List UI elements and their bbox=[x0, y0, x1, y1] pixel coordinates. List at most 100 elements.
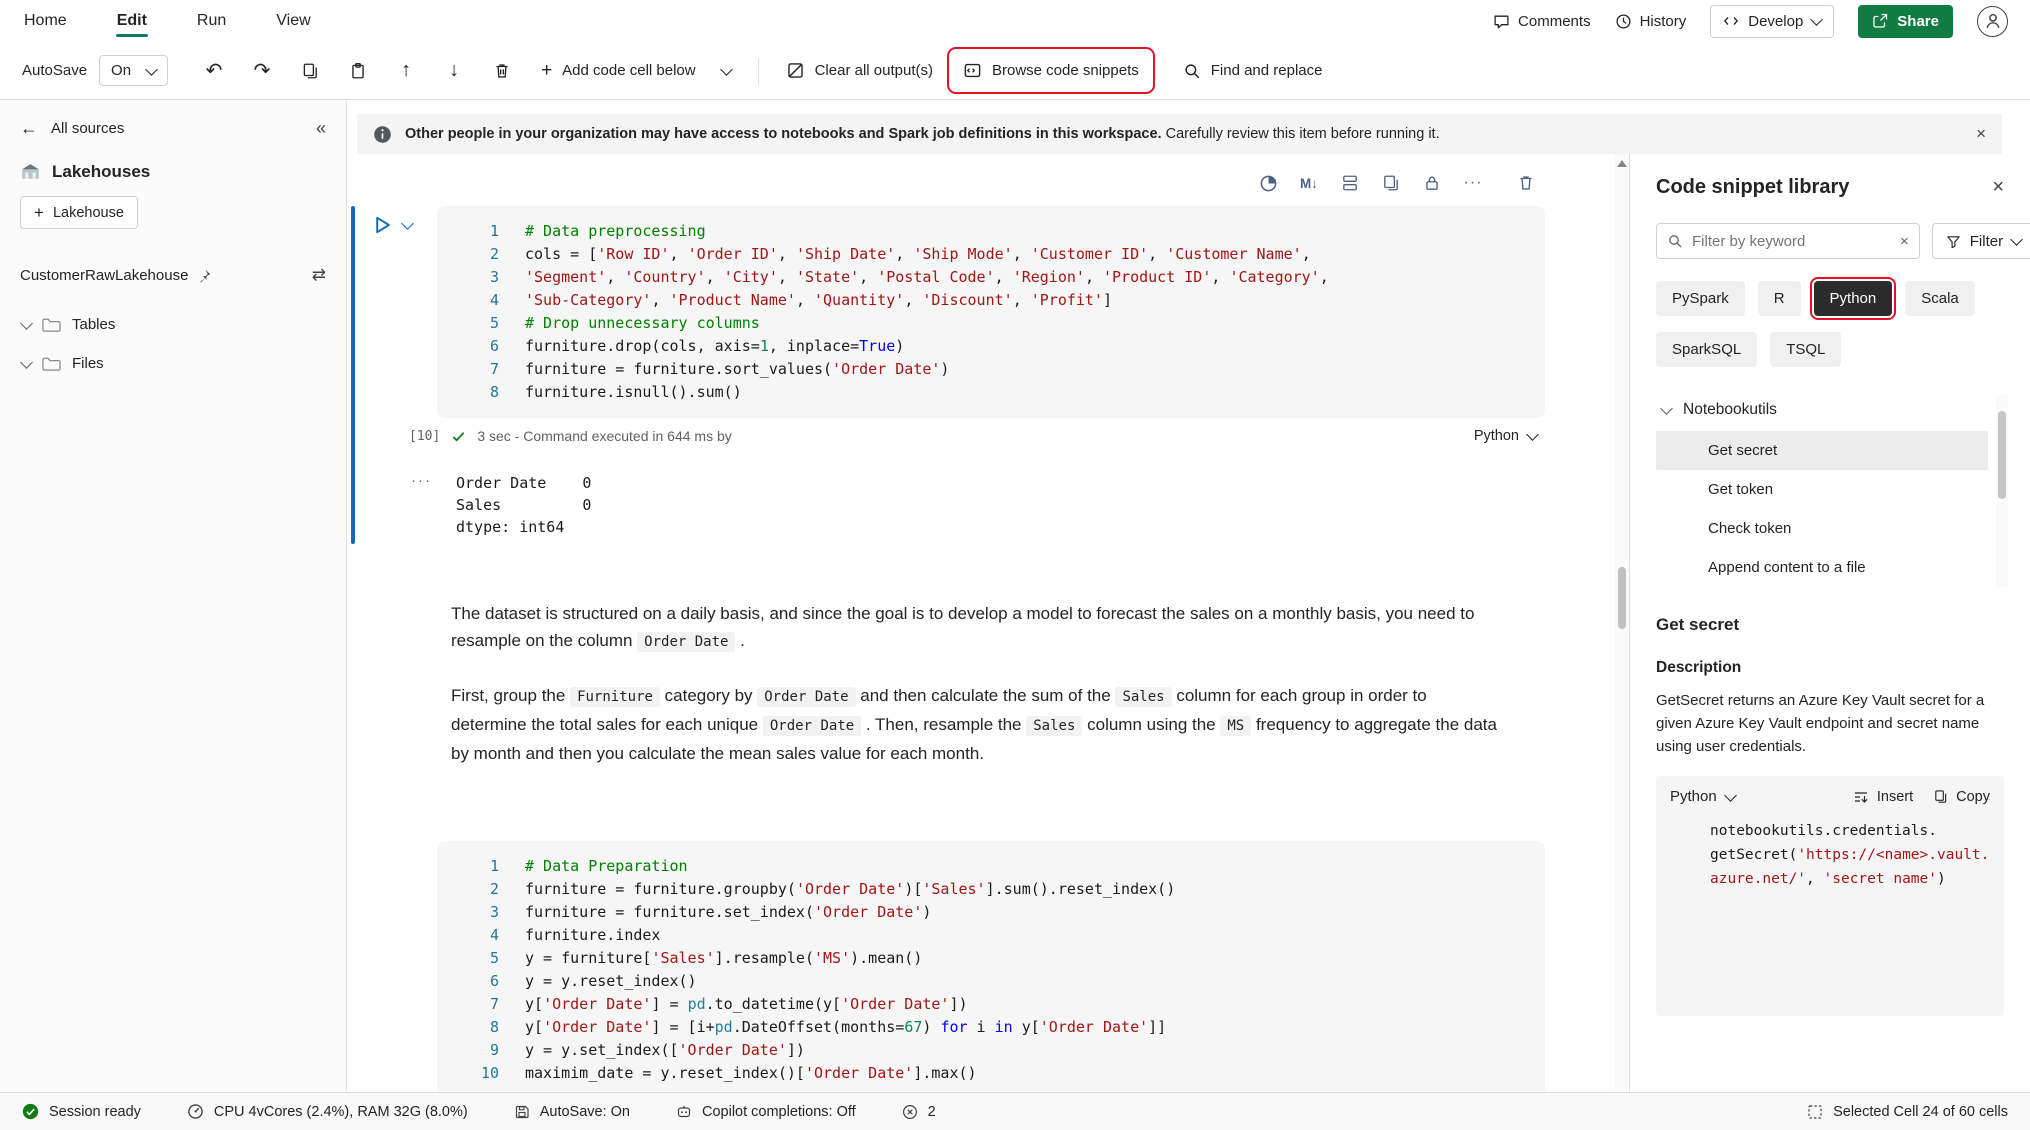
tree-scrollbar-thumb[interactable] bbox=[1998, 411, 2006, 499]
clear-search-icon[interactable]: × bbox=[1900, 233, 1909, 250]
banner-bold-text: Other people in your organization may ha… bbox=[405, 126, 1162, 142]
chip-scala[interactable]: Scala bbox=[1905, 281, 1975, 316]
inline-code: MS bbox=[1220, 716, 1251, 736]
tree-scrollbar[interactable] bbox=[1996, 395, 2008, 587]
clear-outputs-button[interactable]: Clear all output(s) bbox=[775, 52, 944, 89]
snippet-language-picker[interactable]: Python bbox=[1670, 788, 1735, 805]
cell-output: ··· Order Date 0Sales 0dtype: int64 bbox=[411, 472, 1545, 538]
scroll-up-icon[interactable] bbox=[1617, 160, 1627, 167]
notebook-scrollbar[interactable] bbox=[1615, 154, 1629, 1092]
cell-selection-status[interactable]: Selected Cell 24 of 60 cells bbox=[1807, 1104, 2008, 1120]
avatar[interactable] bbox=[1977, 6, 2008, 37]
inline-code: Order Date bbox=[763, 716, 861, 736]
line-number: 7 bbox=[447, 358, 499, 381]
chip-sparksql[interactable]: SparkSQL bbox=[1656, 332, 1757, 367]
move-cell-down-button[interactable]: ↓ bbox=[434, 52, 474, 90]
add-code-cell-button[interactable]: + Add code cell below bbox=[530, 52, 742, 89]
cell-selection-label: Selected Cell 24 of 60 cells bbox=[1833, 1104, 2008, 1120]
menu-home[interactable]: Home bbox=[22, 3, 69, 39]
snippet-item-check-token[interactable]: Check token bbox=[1656, 509, 1988, 548]
line-number: 8 bbox=[447, 381, 499, 404]
chip-tsql[interactable]: TSQL bbox=[1770, 332, 1841, 367]
scrollbar-thumb[interactable] bbox=[1618, 567, 1626, 629]
history-button[interactable]: History bbox=[1615, 13, 1687, 30]
banner-close-icon[interactable]: × bbox=[1976, 124, 1986, 144]
lakehouses-title: Lakehouses bbox=[52, 162, 150, 182]
add-cell-chevron-icon[interactable] bbox=[720, 63, 733, 76]
autosave-chevron-icon bbox=[145, 63, 158, 76]
redo-button[interactable]: ↷ bbox=[242, 52, 282, 90]
resource-usage[interactable]: CPU 4vCores (2.4%), RAM 32G (8.0%) bbox=[187, 1103, 468, 1120]
autosave-toggle[interactable]: On bbox=[99, 55, 168, 86]
autosave-label: AutoSave bbox=[22, 62, 87, 79]
sidebar-item-files[interactable]: Files bbox=[20, 344, 326, 383]
snippet-detail-title: Get secret bbox=[1656, 615, 2004, 635]
snippet-search-input[interactable] bbox=[1692, 233, 1891, 250]
delete-cell-button[interactable] bbox=[482, 52, 522, 90]
move-cell-up-button[interactable]: ↑ bbox=[386, 52, 426, 90]
browse-snippets-button[interactable]: Browse code snippets bbox=[952, 52, 1150, 89]
autosave-status[interactable]: AutoSave: On bbox=[514, 1104, 630, 1120]
output-line: dtype: int64 bbox=[456, 516, 591, 538]
snippet-item-append-content-to-a-file[interactable]: Append content to a file bbox=[1656, 548, 1988, 587]
code-line: 9y = y.set_index(['Order Date']) bbox=[447, 1039, 1527, 1062]
snippet-panel-close-icon[interactable]: × bbox=[1992, 176, 2004, 199]
snippet-description-label: Description bbox=[1656, 659, 2004, 677]
convert-to-markdown-icon[interactable]: M↓ bbox=[1298, 172, 1320, 194]
output-more-icon[interactable]: ··· bbox=[411, 472, 432, 538]
menu-edit[interactable]: Edit bbox=[115, 3, 149, 39]
menu-run[interactable]: Run bbox=[195, 3, 228, 39]
find-replace-button[interactable]: Find and replace bbox=[1172, 53, 1334, 89]
line-number: 9 bbox=[447, 1039, 499, 1062]
code-cell-1[interactable]: 1# Data preprocessing2cols = ['Row ID', … bbox=[347, 206, 1545, 538]
run-cell-button[interactable] bbox=[371, 214, 393, 236]
markdown-paragraph: First, group the Furniture category by O… bbox=[451, 682, 1501, 767]
more-options-icon[interactable]: ··· bbox=[1462, 172, 1484, 194]
markdown-cell[interactable]: The dataset is structured on a daily bas… bbox=[451, 600, 1501, 767]
code-line: 5# Drop unnecessary columns bbox=[447, 312, 1527, 335]
copilot-status[interactable]: Copilot completions: Off bbox=[676, 1104, 856, 1120]
banner-text: Other people in your organization may ha… bbox=[405, 126, 1440, 142]
code-text: y = furniture['Sales'].resample('MS').me… bbox=[499, 947, 922, 970]
cell-language-picker[interactable]: Python bbox=[1474, 428, 1537, 444]
add-lakehouse-button[interactable]: + Lakehouse bbox=[20, 196, 138, 229]
lock-cell-icon[interactable] bbox=[1421, 172, 1443, 194]
chip-r[interactable]: R bbox=[1758, 281, 1801, 316]
code-text: furniture.index bbox=[499, 924, 660, 947]
develop-button[interactable]: Develop bbox=[1710, 5, 1834, 38]
run-options-chevron-icon[interactable] bbox=[401, 217, 414, 230]
delete-cell-icon[interactable] bbox=[1515, 172, 1537, 194]
copy-cell-button[interactable] bbox=[290, 52, 330, 90]
comments-button[interactable]: Comments bbox=[1493, 13, 1591, 30]
collapse-sidebar-button[interactable]: « bbox=[316, 118, 326, 139]
switch-lakehouse-icon[interactable]: ⇄ bbox=[312, 265, 326, 285]
session-status[interactable]: Session ready bbox=[22, 1103, 141, 1120]
snippet-search-box[interactable]: × bbox=[1656, 223, 1920, 259]
error-count[interactable]: 2 bbox=[902, 1104, 936, 1120]
undo-button[interactable]: ↶ bbox=[194, 52, 234, 90]
code-cell-2[interactable]: 1# Data Preparation2furniture = furnitur… bbox=[347, 841, 1545, 1092]
menu-view[interactable]: View bbox=[274, 3, 312, 39]
chip-python[interactable]: Python bbox=[1814, 281, 1893, 316]
paste-cell-button[interactable] bbox=[338, 52, 378, 90]
current-lakehouse-name[interactable]: CustomerRawLakehouse bbox=[20, 267, 188, 284]
split-cell-icon[interactable] bbox=[1339, 172, 1361, 194]
snippet-item-get-token[interactable]: Get token bbox=[1656, 470, 1988, 509]
chip-pyspark[interactable]: PySpark bbox=[1656, 281, 1745, 316]
cell-editor[interactable]: 1# Data Preparation2furniture = furnitur… bbox=[437, 841, 1545, 1092]
back-arrow-icon[interactable]: ← bbox=[20, 118, 38, 139]
snippet-item-get-secret[interactable]: Get secret bbox=[1656, 431, 1988, 470]
filter-label: Filter bbox=[1970, 233, 2003, 250]
insert-snippet-button[interactable]: Insert bbox=[1853, 789, 1913, 805]
copy-snippet-button[interactable]: Copy bbox=[1933, 789, 1990, 805]
code-line: 2cols = ['Row ID', 'Order ID', 'Ship Dat… bbox=[447, 243, 1527, 266]
sidebar-item-tables[interactable]: Tables bbox=[20, 305, 326, 344]
session-icon[interactable] bbox=[1257, 172, 1279, 194]
snippet-group-notebookutils[interactable]: Notebookutils bbox=[1656, 395, 1988, 431]
duplicate-cell-icon[interactable] bbox=[1380, 172, 1402, 194]
code-text: 'Segment', 'Country', 'City', 'State', '… bbox=[499, 266, 1329, 289]
cell-editor[interactable]: 1# Data preprocessing2cols = ['Row ID', … bbox=[437, 206, 1545, 418]
filter-button[interactable]: Filter bbox=[1932, 223, 2030, 259]
share-button[interactable]: Share bbox=[1858, 5, 1953, 38]
history-icon bbox=[1615, 13, 1632, 30]
